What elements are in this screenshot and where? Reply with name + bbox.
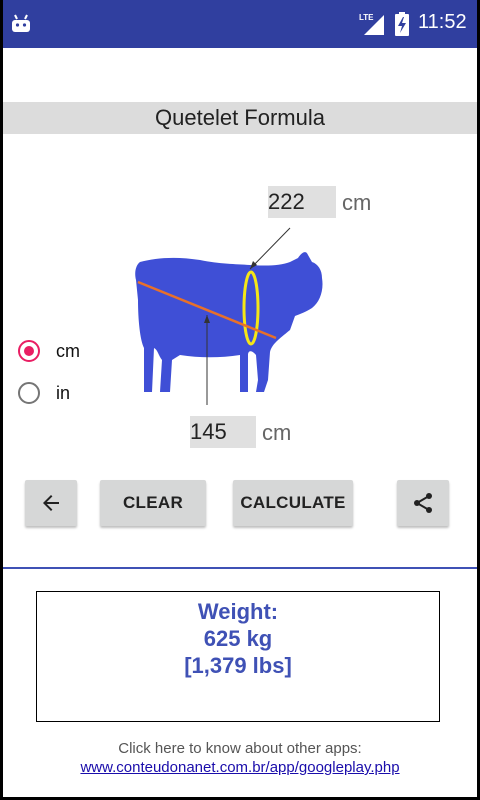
result-label: Weight:: [197, 599, 279, 624]
footer-text: Click here to know about other apps:: [118, 740, 362, 757]
calculate-button[interactable]: CALCULATE: [233, 480, 353, 526]
lte-label: LTE: [359, 13, 374, 22]
lte-signal-icon: LTE: [359, 13, 384, 35]
share-icon: [414, 493, 432, 513]
android-icon: [12, 14, 30, 32]
arrow-left-icon: [43, 495, 59, 511]
radio-in-circle[interactable]: [18, 382, 40, 404]
back-button[interactable]: [25, 480, 77, 526]
radio-in-label: in: [56, 383, 71, 403]
battery-charging-icon: [395, 12, 409, 36]
footer-link[interactable]: www.conteudonanet.com.br/app/googleplay.…: [0, 759, 480, 776]
result-box: Weight: 625 kg [1,379 lbs]: [36, 591, 440, 722]
girth-pointer-line: [249, 227, 291, 270]
section-divider: [3, 567, 477, 569]
heart-girth-input[interactable]: 222: [268, 186, 336, 218]
result-lbs: [1,379 lbs]: [184, 653, 292, 678]
radio-cm-circle[interactable]: [18, 340, 40, 362]
share-button[interactable]: [397, 480, 449, 526]
heart-girth-unit: cm: [342, 190, 372, 215]
result-kg: 625 kg: [203, 626, 273, 651]
status-time: 11:52: [418, 11, 467, 33]
status-bar: LTE 11:52: [0, 0, 480, 48]
page-title: Quetelet Formula: [0, 102, 480, 134]
cow-body: [135, 252, 323, 392]
body-length-input[interactable]: 145: [190, 416, 256, 448]
body-length-unit: cm: [262, 420, 292, 445]
radio-cm-label: cm: [56, 341, 80, 361]
clear-button[interactable]: CLEAR: [100, 480, 206, 526]
cow-illustration: [135, 227, 323, 405]
